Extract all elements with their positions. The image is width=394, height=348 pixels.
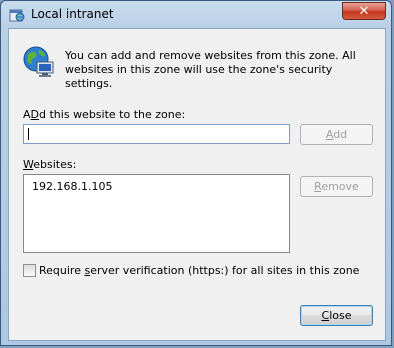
- close-button-label: lose: [329, 309, 352, 322]
- remove-button-label: emove: [321, 180, 359, 193]
- websites-label-accel: W: [23, 158, 34, 171]
- internet-options-icon: [9, 9, 25, 22]
- add-button[interactable]: Add: [300, 124, 373, 145]
- websites-list[interactable]: 192.168.1.105: [23, 174, 290, 253]
- remove-button[interactable]: Remove: [300, 176, 373, 197]
- close-button[interactable]: Close: [300, 305, 373, 326]
- require-https-label-rest: erver verification (https:) for all site…: [90, 264, 360, 277]
- require-https-label-a: Require: [39, 264, 85, 277]
- require-https-label[interactable]: Require server verification (https:) for…: [39, 264, 359, 277]
- text-caret: [28, 128, 29, 140]
- list-item[interactable]: 192.168.1.105: [32, 180, 112, 193]
- zone-description: You can add and remove websites from thi…: [65, 49, 356, 90]
- add-website-label: ADd this website to the zone:: [23, 108, 185, 121]
- require-https-checkbox[interactable]: [23, 264, 36, 277]
- website-input[interactable]: [23, 124, 290, 144]
- window-close-button[interactable]: ✕: [342, 2, 386, 20]
- close-icon: ✕: [358, 4, 370, 19]
- add-button-label: dd: [333, 128, 348, 141]
- add-website-label-a: A: [23, 108, 31, 121]
- websites-label: Websites:: [23, 158, 76, 171]
- local-intranet-dialog: Local intranet ✕ You can add and remove …: [0, 0, 392, 346]
- globe-computer-icon: [23, 46, 54, 77]
- add-website-label-accel: D: [30, 108, 40, 121]
- add-website-label-rest: d this website to the zone:: [39, 108, 186, 121]
- dialog-body: You can add and remove websites from thi…: [8, 28, 386, 341]
- window-title: Local intranet: [31, 7, 114, 21]
- websites-label-rest: ebsites:: [33, 158, 77, 171]
- title-bar[interactable]: Local intranet ✕: [1, 1, 393, 29]
